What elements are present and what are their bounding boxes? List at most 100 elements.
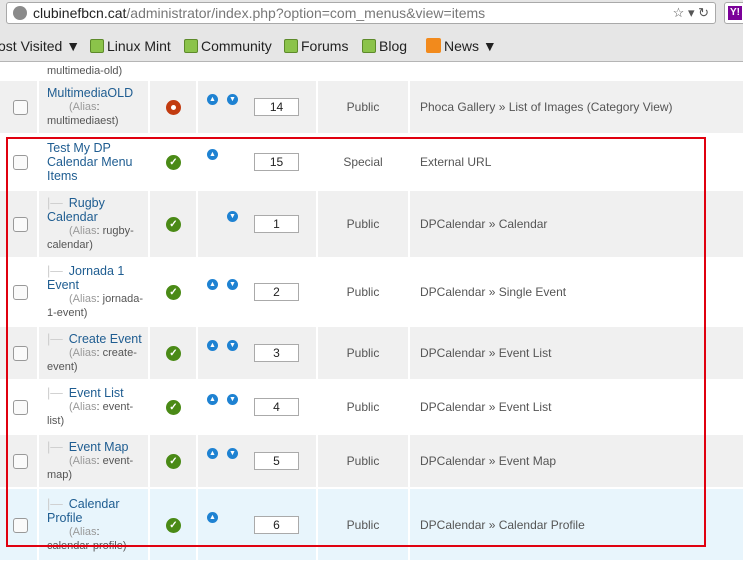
alias-text: (Alias: event-map) <box>47 455 134 481</box>
browser-chrome: clubinefbcn.cat/administrator/index.php?… <box>0 0 743 62</box>
order-input[interactable]: 15 <box>254 153 299 171</box>
bookmark-label: Linux Mint <box>107 38 171 54</box>
bookmark-item[interactable]: Forums <box>284 36 348 56</box>
access-level: Public <box>346 454 380 468</box>
move-up-icon[interactable]: ▲ <box>207 94 218 105</box>
bookmark-star-icon[interactable]: ☆ <box>673 5 685 20</box>
row-checkbox[interactable] <box>13 454 28 469</box>
access-level: Public <box>346 217 380 231</box>
menu-item-title-link[interactable]: Event Map <box>69 440 129 454</box>
menu-item-type: Phoca Gallery » List of Images (Category… <box>420 100 673 114</box>
menu-item-title-link[interactable]: Test My DP Calendar Menu Items <box>47 141 132 183</box>
bookmark-item[interactable]: ost Visited ▼ <box>0 36 80 56</box>
table-row: MultimediaOLD (Alias: multimediaest) ▲ ▼ 14 P… <box>0 81 743 135</box>
menu-item-title-link[interactable]: Event List <box>69 386 124 400</box>
row-checkbox[interactable] <box>13 517 28 533</box>
yahoo-icon: Y! <box>728 6 742 20</box>
published-check-icon[interactable]: ✓ <box>166 517 181 533</box>
move-up-icon[interactable]: ▲ <box>207 448 218 459</box>
published-check-icon[interactable]: ✓ <box>166 346 181 361</box>
access-level: Public <box>346 285 380 299</box>
table-row: multimedia-old) <box>0 62 743 81</box>
reload-icon[interactable]: ↻ <box>698 5 709 20</box>
row-checkbox[interactable] <box>13 346 28 361</box>
dropdown-icon[interactable]: ▾ <box>688 5 695 20</box>
published-check-icon[interactable]: ✓ <box>166 400 181 415</box>
bookmark-item[interactable]: Community <box>184 36 272 56</box>
alias-text: multimedia-old) <box>47 65 123 77</box>
published-check-icon[interactable]: ✓ <box>166 454 181 469</box>
tree-branch-icon: |— <box>47 496 63 511</box>
move-down-icon[interactable]: ▼ <box>227 448 238 459</box>
menu-items-table: multimedia-old) MultimediaOLD (Alias: mult… <box>0 62 743 560</box>
menu-item-type: DPCalendar » Calendar <box>420 217 548 231</box>
move-up-icon[interactable]: ▲ <box>207 279 218 290</box>
move-down-icon[interactable]: ▼ <box>227 279 238 290</box>
order-input[interactable]: 14 <box>254 98 299 116</box>
published-check-icon[interactable]: ✓ <box>166 155 181 170</box>
move-down-icon[interactable]: ▼ <box>227 394 238 405</box>
move-up-icon[interactable]: ▲ <box>207 394 218 405</box>
bookmark-label: ost Visited ▼ <box>0 38 81 54</box>
bookmark-item[interactable]: Blog <box>362 36 407 56</box>
url-host: clubinefbcn.cat <box>33 5 127 21</box>
menu-item-type: DPCalendar » Event Map <box>420 454 557 468</box>
table-row: |— Event List (Alias: event-list) ✓ ▲ ▼ 4 Publi… <box>0 381 743 435</box>
access-level: Special <box>343 155 383 169</box>
published-check-icon[interactable]: ✓ <box>166 217 181 232</box>
menu-item-type: External URL <box>420 155 492 169</box>
bookmark-item[interactable]: News ▼ <box>426 36 497 56</box>
access-level: Public <box>346 100 380 114</box>
order-input[interactable]: 4 <box>254 398 299 416</box>
move-down-icon[interactable]: ▼ <box>227 94 238 105</box>
bookmark-label: Forums <box>301 38 349 54</box>
menu-item-title-link[interactable]: Create Event <box>69 332 142 346</box>
mint-icon <box>90 39 104 53</box>
move-up-icon[interactable]: ▲ <box>207 511 218 523</box>
access-level: Public <box>346 400 380 414</box>
row-checkbox[interactable] <box>13 155 28 170</box>
tree-branch-icon: |— <box>47 264 63 278</box>
table-row: |— Event Map (Alias: event-map) ✓ ▲ ▼ 5 Public D… <box>0 435 743 489</box>
table-row: |— Rugby Calendar (Alias: rugby-calendar) ✓… <box>0 191 743 259</box>
table-row: Test My DP Calendar Menu Items ✓ ▲ 15 Specia… <box>0 135 743 191</box>
alias-text: (Alias: multimediaest) <box>47 101 119 127</box>
search-engine-box[interactable]: Y! <box>724 2 743 24</box>
rss-icon <box>426 38 441 53</box>
alias-text: (Alias: calendar-profile) <box>47 525 127 552</box>
order-input[interactable]: 5 <box>254 452 299 470</box>
order-input[interactable]: 3 <box>254 344 299 362</box>
url-bar[interactable]: clubinefbcn.cat/administrator/index.php?… <box>6 2 716 24</box>
menu-item-title-link[interactable]: MultimediaOLD <box>47 86 133 100</box>
table-row: |— Calendar Profile (Alias: calendar-profi… <box>0 489 743 562</box>
bookmark-label: Blog <box>379 38 408 54</box>
menu-item-type: DPCalendar » Single Event <box>420 285 567 299</box>
access-level: Public <box>346 517 380 532</box>
tree-branch-icon: |— <box>47 332 63 346</box>
row-checkbox[interactable] <box>13 285 28 300</box>
order-input[interactable]: 2 <box>254 283 299 301</box>
menu-item-type: DPCalendar » Event List <box>420 346 552 360</box>
row-checkbox[interactable] <box>13 217 28 232</box>
order-input[interactable]: 1 <box>254 215 299 233</box>
url-path: /administrator/index.php?option=com_menu… <box>126 5 486 21</box>
move-up-icon[interactable]: ▲ <box>207 149 218 160</box>
order-input[interactable]: 6 <box>254 515 299 534</box>
menu-item-type: DPCalendar » Calendar Profile <box>420 517 585 532</box>
row-checkbox[interactable] <box>13 400 28 415</box>
bookmark-item[interactable]: Linux Mint <box>90 36 171 56</box>
move-up-icon[interactable]: ▲ <box>207 340 218 351</box>
move-down-icon[interactable]: ▼ <box>227 340 238 351</box>
published-check-icon[interactable]: ✓ <box>166 285 181 300</box>
access-level: Public <box>346 346 380 360</box>
row-checkbox[interactable] <box>13 100 28 115</box>
unpublished-icon[interactable] <box>166 100 181 115</box>
move-down-icon[interactable]: ▼ <box>227 211 238 222</box>
tree-branch-icon: |— <box>47 196 63 210</box>
menu-item-type: DPCalendar » Event List <box>420 400 552 414</box>
alias-text: (Alias: jornada-1-event) <box>47 293 143 319</box>
alias-text: (Alias: event-list) <box>47 401 134 427</box>
table-row: |— Jornada 1 Event (Alias: jornada-1-event… <box>0 259 743 327</box>
bookmark-label: Community <box>201 38 272 54</box>
alias-text: (Alias: rugby-calendar) <box>47 225 134 251</box>
